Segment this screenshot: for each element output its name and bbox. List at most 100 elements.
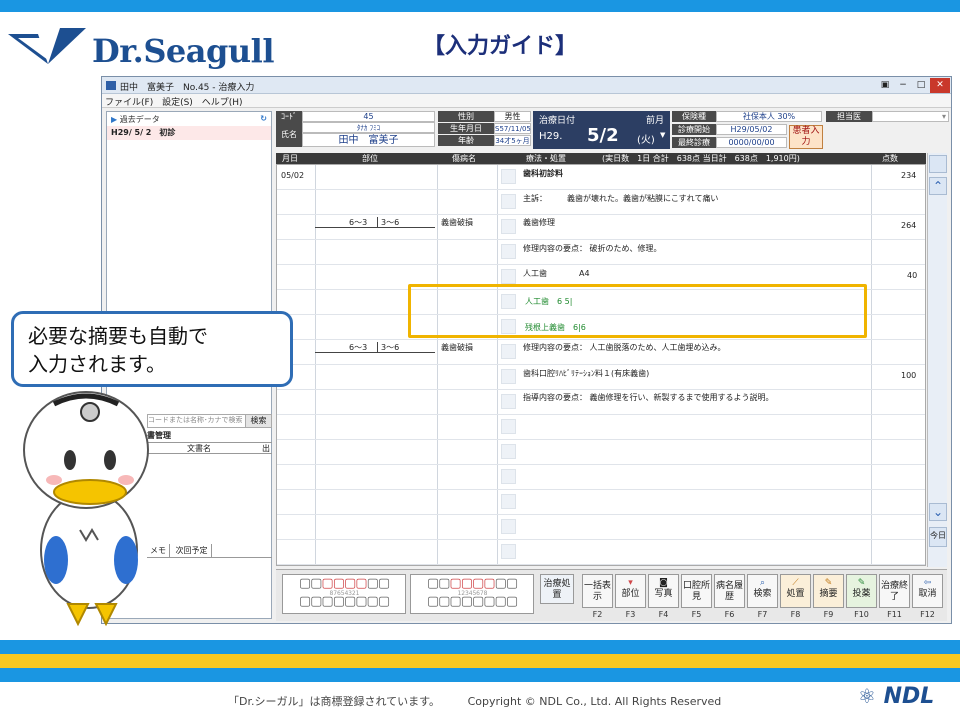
treatment-era: H29. bbox=[539, 131, 563, 142]
table-row[interactable]: 6～3 3～6 義歯破損 義歯修理 264 bbox=[277, 215, 925, 240]
row-handle[interactable] bbox=[501, 469, 516, 484]
prev-month-link[interactable]: 前月 bbox=[646, 113, 664, 126]
table-row[interactable]: 歯科口腔ﾘﾊﾋﾞﾘﾃｰｼｮﾝ料１(有床義歯) 100 bbox=[277, 365, 925, 390]
table-row[interactable]: 主訴： 義歯が壊れた。義歯が粘膜にこすれて痛い bbox=[277, 190, 925, 215]
last-label: 最終診療 bbox=[672, 137, 716, 148]
fkey-text: 検索 bbox=[753, 589, 772, 599]
row-handle[interactable] bbox=[501, 219, 516, 234]
seagull-mascot-icon bbox=[23, 391, 149, 627]
row-handle[interactable] bbox=[501, 344, 516, 359]
vertical-scrollbar[interactable]: ⌃ ⌄ 今日 bbox=[927, 153, 947, 567]
treatment-date-block[interactable]: 治療日付 前月 H29. 5/2 (火) ▼ bbox=[533, 111, 670, 149]
table-row[interactable] bbox=[277, 415, 925, 440]
search-input[interactable]: コードまたは名称･カナで検索 検索 bbox=[147, 414, 272, 428]
row-handle[interactable] bbox=[501, 194, 516, 209]
bulk-display-button[interactable]: 一括表示 bbox=[582, 574, 613, 608]
doctor-select[interactable]: ▾ bbox=[872, 111, 949, 122]
today-button[interactable]: 今日 bbox=[929, 527, 947, 547]
doc-out-column: 出 bbox=[262, 444, 270, 453]
row-handle[interactable] bbox=[501, 419, 516, 434]
treatment-item: 主訴： 義歯が壊れた。義歯が粘膜にこすれて痛い bbox=[523, 194, 719, 203]
refresh-icon[interactable]: ↻ bbox=[260, 114, 267, 123]
tab-next-appointment[interactable]: 次回予定 bbox=[173, 544, 212, 557]
fkey-label: F11 bbox=[887, 610, 902, 619]
age-label: 年齢 bbox=[438, 135, 494, 146]
row-handle[interactable] bbox=[501, 244, 516, 259]
disease-history-button[interactable]: 病名履歴 bbox=[714, 574, 745, 608]
oral-findings-button[interactable]: 口腔所見 bbox=[681, 574, 712, 608]
search-button[interactable]: 検索 bbox=[245, 415, 271, 427]
row-handle[interactable] bbox=[501, 544, 516, 559]
sex-label: 性別 bbox=[438, 111, 494, 122]
scroll-down-icon[interactable]: ⌄ bbox=[929, 503, 947, 521]
menu-file[interactable]: ファイル(F) bbox=[102, 94, 156, 109]
fkey-label: F10 bbox=[854, 610, 869, 619]
medication-button[interactable]: ✎ 投薬 bbox=[846, 574, 877, 608]
restore-icon[interactable]: ▣ bbox=[878, 78, 892, 93]
table-row[interactable] bbox=[277, 490, 925, 515]
row-handle[interactable] bbox=[501, 494, 516, 509]
table-row[interactable]: 修理内容の要点： 破折のため、修理。 bbox=[277, 240, 925, 265]
grid-header: 月日 部位 傷病名 療法・処置 (実日数 1日 合計 638点 当日計 638点… bbox=[276, 153, 926, 164]
summary-button[interactable]: ✎ 摘要 bbox=[813, 574, 844, 608]
table-row[interactable] bbox=[277, 440, 925, 465]
menu-help[interactable]: ヘルプ(H) bbox=[199, 94, 246, 109]
ndl-logo-text: NDL bbox=[883, 684, 935, 709]
table-row[interactable]: 6～3 3～6 義歯破損 修理内容の要点： 人工歯脱落のため、人工歯埋め込み。 bbox=[277, 340, 925, 365]
brand-name: Dr.Seagull bbox=[92, 32, 274, 70]
site-left: 6～3 bbox=[349, 343, 368, 352]
row-points: 264 bbox=[901, 221, 917, 230]
menu-settings[interactable]: 設定(S) bbox=[159, 94, 196, 109]
col-date: 月日 bbox=[282, 154, 298, 163]
treatment-item: 歯科口腔ﾘﾊﾋﾞﾘﾃｰｼｮﾝ料１(有床義歯) bbox=[523, 369, 650, 378]
site-right: 3～6 bbox=[377, 342, 399, 353]
row-handle[interactable] bbox=[501, 394, 516, 409]
site-left: 6～3 bbox=[349, 218, 368, 227]
row-handle[interactable] bbox=[501, 169, 516, 184]
window-title: 田中 富美子 No.45 - 治療入力 bbox=[120, 83, 255, 93]
teeth-icons: ▢▢▢▢▢▢▢▢ bbox=[426, 576, 518, 591]
history-entry[interactable]: H29/ 5/ 2 初診 bbox=[107, 126, 271, 140]
photo-button[interactable]: ◙ 写真 bbox=[648, 574, 679, 608]
last-date: 0000/00/00 bbox=[716, 137, 787, 148]
scroll-top-button[interactable] bbox=[929, 155, 947, 173]
procedure-button[interactable]: ⟋ 処置 bbox=[780, 574, 811, 608]
scroll-up-icon[interactable]: ⌃ bbox=[929, 177, 947, 195]
date-dropdown-icon[interactable]: ▼ bbox=[660, 131, 665, 139]
callout-box: 必要な摘要も自動で 入力されます。 bbox=[11, 311, 293, 387]
teeth-chart-upper-right[interactable]: ▢▢▢▢▢▢▢▢ ▢▢▢▢▢▢▢▢ 1 2 3 4 5 6 7 8 bbox=[410, 574, 534, 614]
close-button[interactable]: ✕ bbox=[930, 78, 950, 93]
patient-input-button[interactable]: 患者入力 bbox=[789, 125, 823, 149]
search-fkey-button[interactable]: ⌕ 検索 bbox=[747, 574, 778, 608]
teeth-icons: ▢▢▢▢▢▢▢▢ bbox=[298, 576, 390, 591]
brand-logo: Dr.Seagull bbox=[8, 24, 274, 74]
treatment-date-label: 治療日付 bbox=[539, 116, 576, 126]
table-row[interactable] bbox=[277, 540, 925, 565]
site-button[interactable]: ▾ 部位 bbox=[615, 574, 646, 608]
end-treatment-button[interactable]: 治療終了 bbox=[879, 574, 910, 608]
atom-icon: ⚛ bbox=[858, 684, 876, 708]
top-stripe bbox=[0, 0, 960, 12]
fkey-text: 投薬 bbox=[852, 589, 871, 599]
row-points: 234 bbox=[901, 171, 917, 180]
doc-name-column: 文書名 bbox=[187, 444, 211, 453]
row-handle[interactable] bbox=[501, 519, 516, 534]
highlight-frame bbox=[408, 284, 867, 338]
table-row[interactable] bbox=[277, 515, 925, 540]
col-disease: 傷病名 bbox=[452, 154, 476, 163]
cancel-button[interactable]: ⇦ 取消 bbox=[912, 574, 943, 608]
history-header: ▶ 過去データ ↻ bbox=[107, 112, 271, 126]
site-right: 3～6 bbox=[377, 217, 399, 228]
treatment-process-button[interactable]: 治療処置 bbox=[540, 574, 574, 604]
teeth-chart-upper-left[interactable]: ▢▢▢▢▢▢▢▢ ▢▢▢▢▢▢▢▢ 8 7 6 5 4 3 2 1 bbox=[282, 574, 406, 614]
table-row[interactable]: 05/02 歯科初診料 234 bbox=[277, 165, 925, 190]
row-handle[interactable] bbox=[501, 369, 516, 384]
maximize-button[interactable]: □ bbox=[912, 78, 930, 93]
expand-arrow-icon[interactable]: ▶ bbox=[111, 115, 117, 124]
minimize-button[interactable]: − bbox=[894, 78, 912, 93]
row-handle[interactable] bbox=[501, 444, 516, 459]
row-handle[interactable] bbox=[501, 269, 516, 284]
table-row[interactable]: 指導内容の要点： 義歯修理を行い、新製するまで使用するよう説明。 bbox=[277, 390, 925, 415]
table-row[interactable] bbox=[277, 465, 925, 490]
fkey-text: 部位 bbox=[621, 589, 640, 599]
